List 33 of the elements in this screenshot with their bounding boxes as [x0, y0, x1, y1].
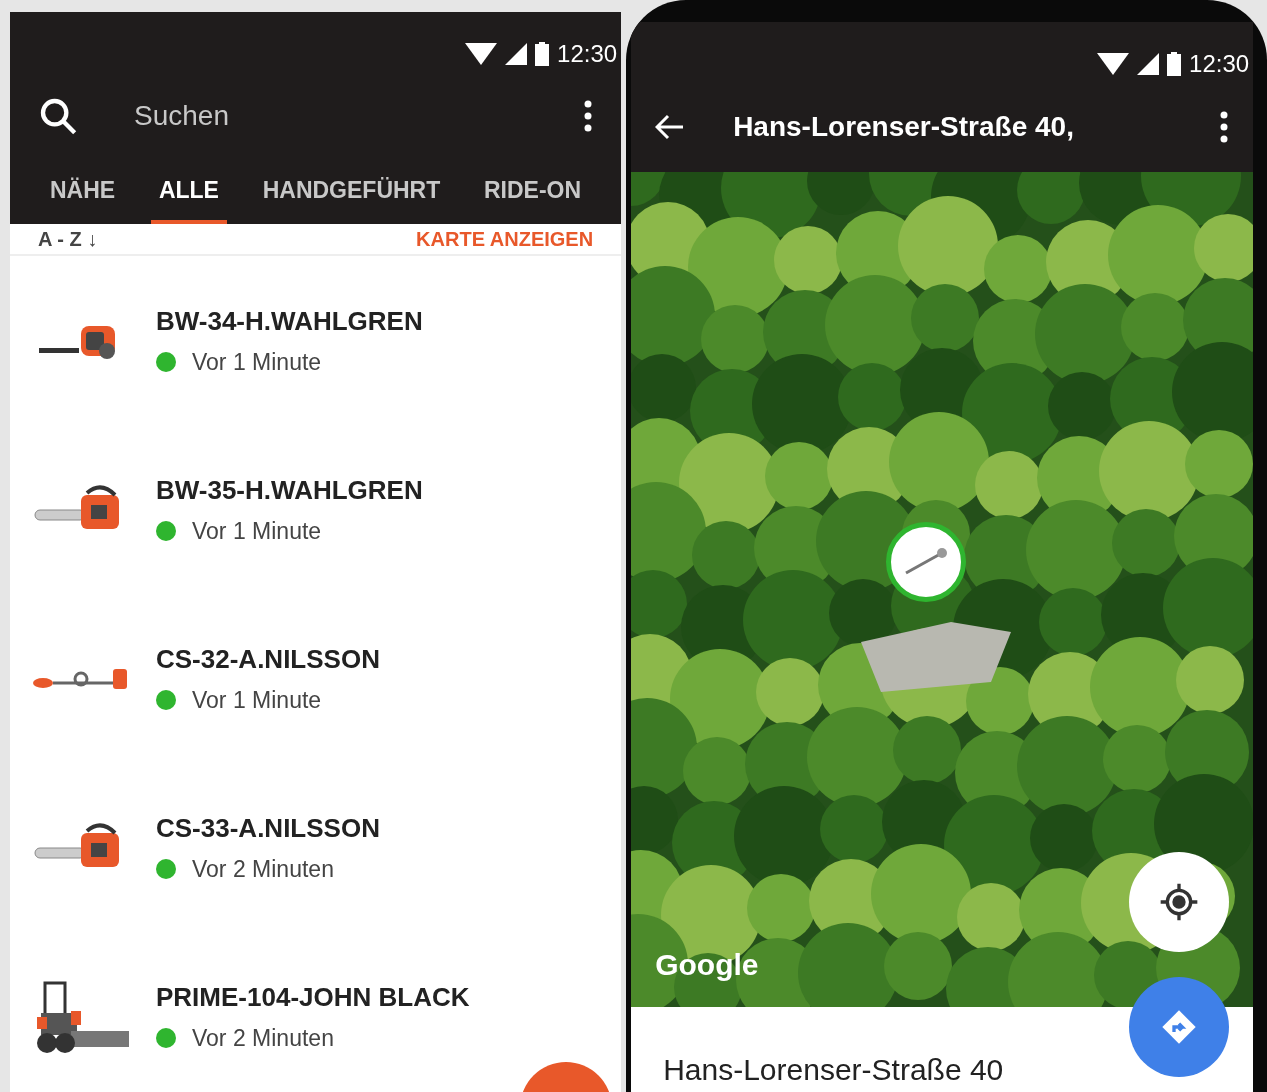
status-time: 12:30: [557, 39, 618, 69]
tab[interactable]: NÄHE: [42, 160, 124, 224]
map-attribution: Google: [655, 947, 759, 983]
device-name[interactable]: BW-35-H.WAHLGREN: [156, 470, 423, 510]
wifi-icon: [1097, 53, 1130, 75]
show-map-link[interactable]: KARTE ANZEIGEN: [416, 224, 594, 254]
last-seen-text: Vor 1 Minute: [192, 685, 322, 715]
search-field[interactable]: Suchen: [134, 95, 584, 137]
sort-button[interactable]: A - Z ↓: [38, 224, 98, 254]
last-seen-text: Vor 1 Minute: [192, 347, 322, 377]
more-menu-icon[interactable]: [583, 100, 594, 132]
signal-icon: [505, 43, 528, 65]
device-name[interactable]: CS-32-A.NILSSON: [156, 639, 380, 679]
tab[interactable]: HANDGEFÜHRT: [254, 160, 449, 224]
last-seen-text: Vor 2 Minuten: [192, 854, 334, 884]
address-title: Hans-Lorenser-Straße 40,: [733, 110, 1075, 145]
last-seen-text: Vor 2 Minuten: [192, 1023, 334, 1053]
status-time: 12:30: [1189, 49, 1250, 79]
battery-icon: [1167, 52, 1182, 76]
locate-icon: [1159, 882, 1200, 923]
signal-icon: [1137, 53, 1160, 75]
tab[interactable]: RIDE-ON: [476, 160, 590, 224]
tab[interactable]: ALLE: [150, 160, 227, 224]
wifi-icon: [465, 43, 498, 65]
more-menu-icon[interactable]: [1219, 111, 1230, 144]
address-text: Hans-Lorenser-Straße 40: [663, 1053, 1004, 1086]
last-seen-text: Vor 1 Minute: [192, 516, 322, 546]
device-name[interactable]: CS-33-A.NILSSON: [156, 808, 380, 848]
battery-icon: [535, 42, 550, 66]
search-icon[interactable]: [38, 96, 78, 136]
device-name[interactable]: BW-34-H.WAHLGREN: [156, 301, 423, 341]
device-name[interactable]: PRIME-104-JOHN BLACK: [156, 977, 470, 1017]
back-arrow-icon[interactable]: [655, 114, 686, 141]
